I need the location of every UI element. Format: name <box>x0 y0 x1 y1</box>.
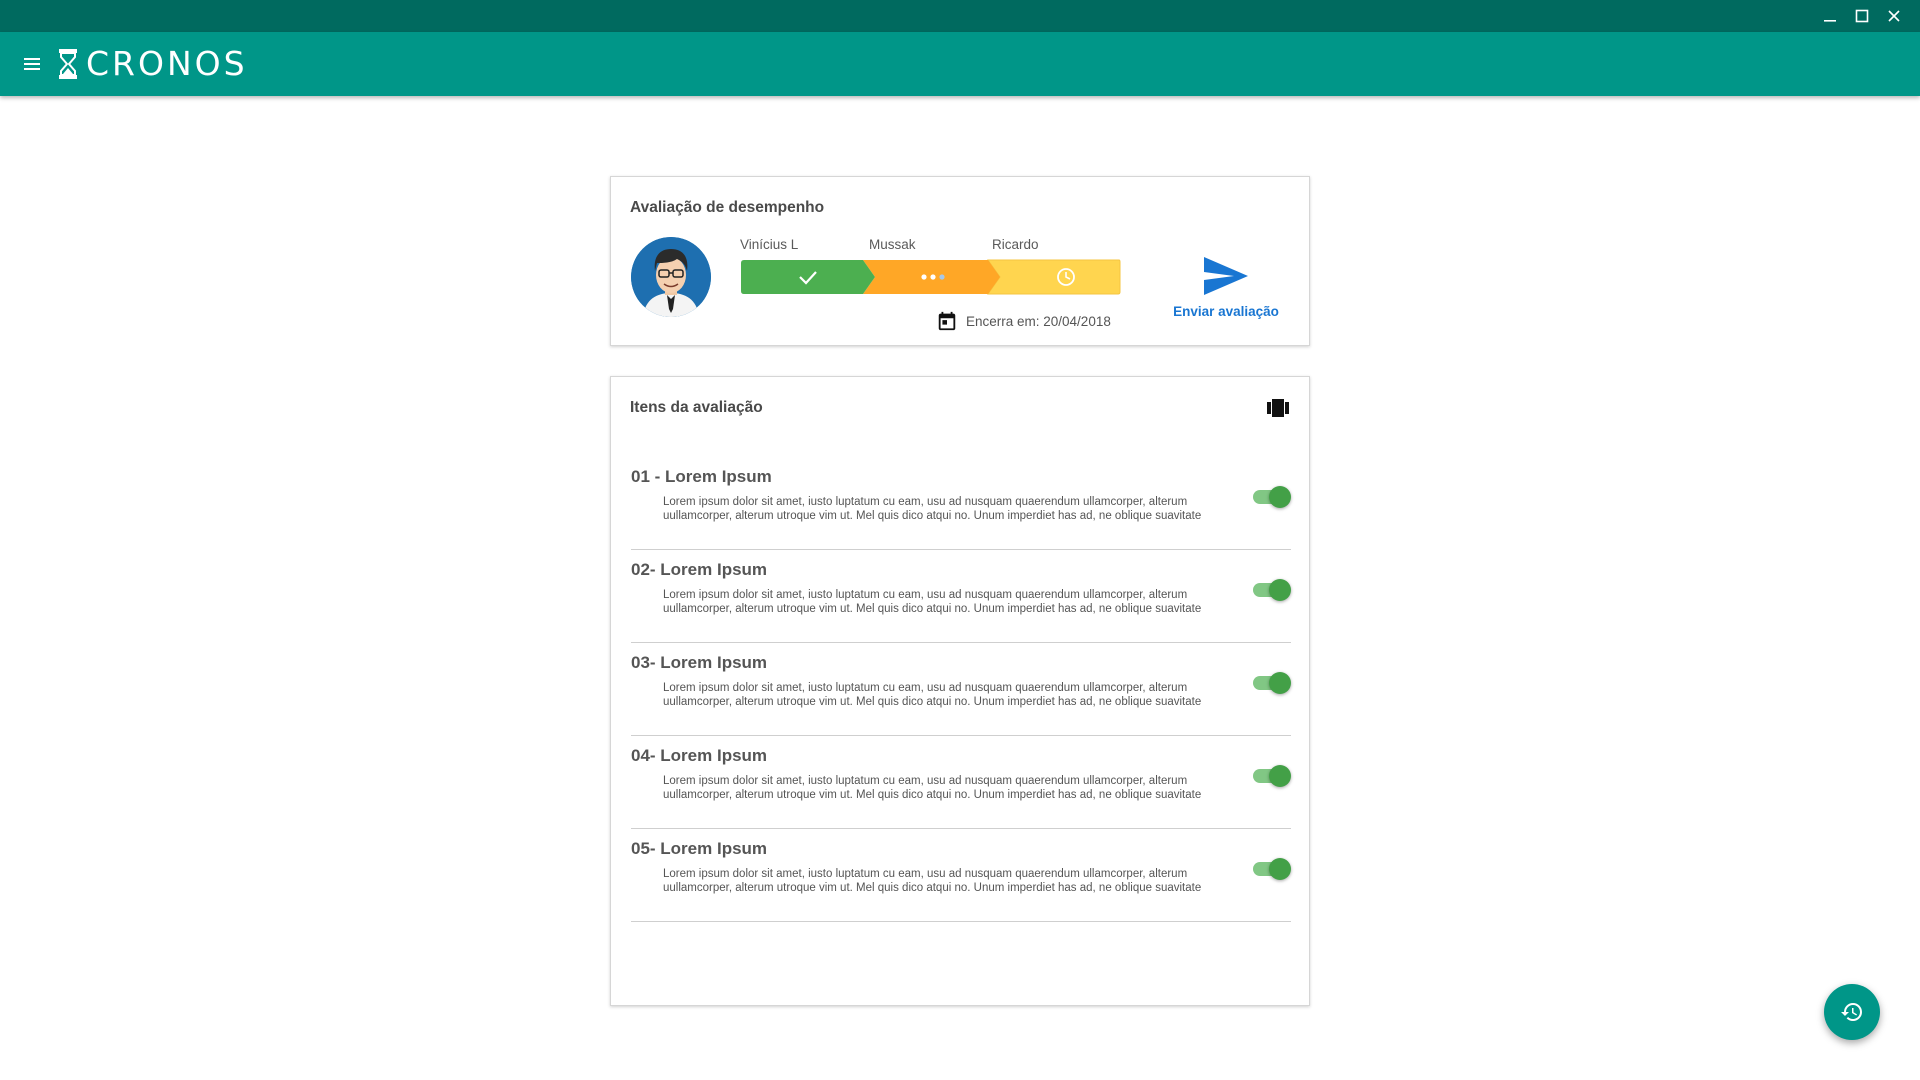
evaluation-items-card: Itens da avaliação 01 - Lorem Ipsum Lore… <box>610 376 1310 1006</box>
item-title: 01 - Lorem Ipsum <box>631 467 772 486</box>
send-icon <box>1204 257 1248 295</box>
item-description: Lorem ipsum dolor sit amet, iusto luptat… <box>663 868 1202 894</box>
item-title: 02- Lorem Ipsum <box>631 560 768 579</box>
list-item: 04- Lorem Ipsum Lorem ipsum dolor sit am… <box>631 736 1291 829</box>
app-logo: CRONOS <box>58 44 248 84</box>
approval-progress-bar <box>741 259 1121 295</box>
item-toggle[interactable] <box>1251 578 1291 602</box>
item-description: Lorem ipsum dolor sit amet, iusto luptat… <box>663 682 1202 708</box>
item-title: 04- Lorem Ipsum <box>631 746 768 765</box>
list-item: 02- Lorem Ipsum Lorem ipsum dolor sit am… <box>631 550 1291 643</box>
evaluation-title: Avaliação de desempenho <box>630 199 825 216</box>
hamburger-menu-icon[interactable] <box>20 52 44 76</box>
item-description: Lorem ipsum dolor sit amet, iusto luptat… <box>663 775 1202 801</box>
item-toggle[interactable] <box>1251 671 1291 695</box>
window-titlebar <box>0 0 1920 32</box>
view-carousel-icon[interactable] <box>1267 399 1289 417</box>
close-icon[interactable] <box>1882 4 1906 28</box>
maximize-icon[interactable] <box>1850 4 1874 28</box>
item-toggle[interactable] <box>1251 485 1291 509</box>
app-bar: CRONOS <box>0 32 1920 96</box>
evaluation-card: Avaliação de desempenho Vinícius L Mussa… <box>610 176 1310 346</box>
hourglass-icon <box>59 49 77 79</box>
step-name-1: Vinícius L <box>740 237 799 252</box>
step-1-segment <box>741 260 875 294</box>
items-title: Itens da avaliação <box>630 399 763 416</box>
item-title: 05- Lorem Ipsum <box>631 839 768 858</box>
list-item: 01 - Lorem Ipsum Lorem ipsum dolor sit a… <box>631 457 1291 550</box>
item-description: Lorem ipsum dolor sit amet, iusto luptat… <box>663 496 1202 522</box>
deadline: Encerra em: 20/04/2018 <box>936 310 1111 332</box>
item-toggle[interactable] <box>1251 764 1291 788</box>
list-item: 05- Lorem Ipsum Lorem ipsum dolor sit am… <box>631 829 1291 922</box>
calendar-icon <box>938 311 956 331</box>
more-dots-icon <box>921 274 945 280</box>
item-title: 03- Lorem Ipsum <box>631 653 768 672</box>
history-icon <box>1841 1003 1862 1021</box>
history-button[interactable] <box>1824 984 1880 1040</box>
step-3-segment <box>987 259 1121 295</box>
app-name: CRONOS <box>86 44 248 83</box>
avatar <box>631 237 711 317</box>
list-item: 03- Lorem Ipsum Lorem ipsum dolor sit am… <box>631 643 1291 736</box>
item-description: Lorem ipsum dolor sit amet, iusto luptat… <box>663 589 1202 615</box>
item-toggle[interactable] <box>1251 857 1291 881</box>
step-name-2: Mussak <box>869 237 916 252</box>
send-evaluation-button[interactable]: Enviar avaliação <box>1171 255 1281 319</box>
step-name-3: Ricardo <box>992 237 1039 252</box>
send-evaluation-label: Enviar avaliação <box>1173 304 1279 319</box>
deadline-text: Encerra em: 20/04/2018 <box>966 313 1111 329</box>
minimize-icon[interactable] <box>1818 4 1842 28</box>
